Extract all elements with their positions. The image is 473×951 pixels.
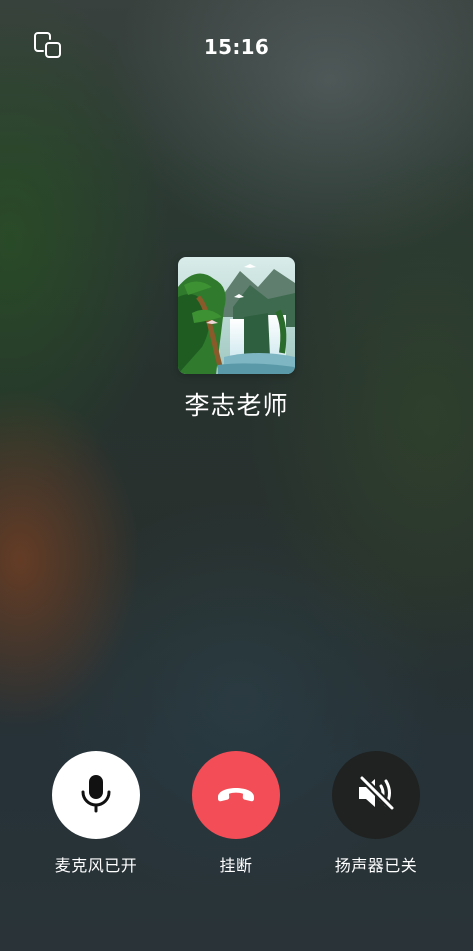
caller-avatar [178, 257, 295, 374]
speaker-control: 扬声器已关 [316, 751, 436, 876]
status-time: 15:16 [203, 35, 270, 59]
speaker-toggle-button[interactable] [332, 751, 420, 839]
voice-call-screen: 15:16 李志老师 麦克风已开 挂断 扬声器已关 [0, 0, 473, 951]
hangup-control: 挂断 [176, 751, 296, 876]
hang-up-icon [214, 782, 258, 808]
hang-up-label: 挂断 [219, 856, 253, 875]
microphone-toggle-button[interactable] [52, 751, 140, 839]
speaker-muted-icon [356, 774, 396, 815]
caller-name: 李志老师 [184, 391, 289, 420]
microphone-control: 麦克风已开 [36, 751, 156, 876]
hang-up-button[interactable] [192, 751, 280, 839]
speaker-label: 扬声器已关 [334, 856, 418, 875]
microphone-icon [79, 773, 113, 817]
microphone-label: 麦克风已开 [54, 856, 138, 875]
